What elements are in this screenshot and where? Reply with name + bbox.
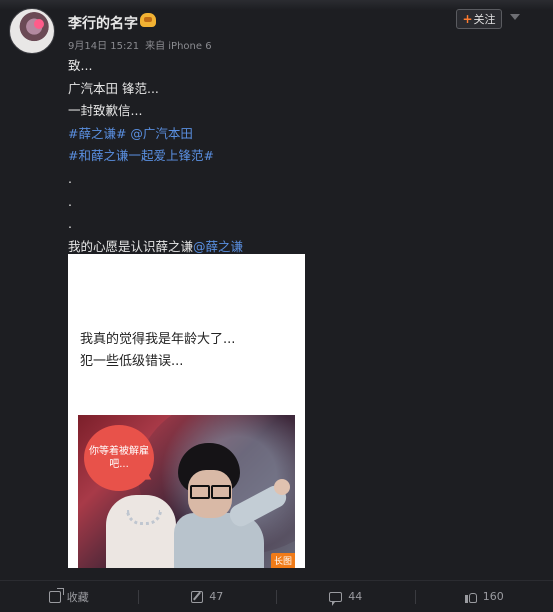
card-caption-line: 犯一些低级错误... (80, 351, 235, 373)
speech-bubble: 你等着被解雇 吧... (84, 425, 154, 491)
post-source: 来自 iPhone 6 (145, 37, 211, 52)
favorite-button[interactable]: 收藏 (0, 589, 138, 605)
wish-text: 我的心愿是认识薛之谦 (68, 239, 193, 254)
comment-count: 44 (348, 590, 362, 603)
content-line: . (68, 191, 243, 214)
post-date: 9月14日 15:21 (68, 37, 139, 52)
like-count: 160 (483, 590, 504, 603)
bubble-text: 吧... (109, 458, 129, 471)
long-image-badge: 长图 (271, 553, 295, 568)
bubble-text: 你等着被解雇 (89, 445, 149, 458)
long-image-card[interactable]: 我真的觉得我是年龄大了... 犯一些低级错误... 你等着被解雇 吧... 长图 (68, 254, 305, 568)
thumbs-up-icon (465, 591, 477, 603)
woman-figure (106, 495, 176, 568)
post-content: 致... 广汽本田 锋范... 一封致歉信... #薛之谦# @广汽本田 #和薛… (68, 55, 243, 258)
repost-icon (191, 591, 203, 603)
content-line: 广汽本田 锋范... (68, 78, 243, 101)
content-line: . (68, 168, 243, 191)
follow-label: 关注 (474, 11, 496, 27)
mention-link[interactable]: @薛之谦 (193, 239, 243, 254)
hashtag-link[interactable]: #薛之谦# @广汽本田 (68, 123, 243, 146)
card-caption-line: 我真的觉得我是年龄大了... (80, 329, 235, 351)
comment-button[interactable]: 44 (277, 590, 415, 603)
glasses-icon (190, 485, 230, 495)
plus-icon: + (462, 12, 472, 26)
vip-badge-icon (140, 13, 156, 27)
username[interactable]: 李行的名字 (68, 13, 138, 33)
chevron-down-icon[interactable] (510, 14, 520, 20)
repost-count: 47 (209, 590, 223, 603)
photo: 你等着被解雇 吧... 长图 (78, 415, 295, 568)
avatar[interactable] (9, 8, 55, 54)
like-button[interactable]: 160 (416, 590, 553, 603)
comment-icon (329, 592, 342, 602)
content-line: 一封致歉信... (68, 100, 243, 123)
card-caption: 我真的觉得我是年龄大了... 犯一些低级错误... (80, 329, 235, 373)
content-line: 致... (68, 55, 243, 78)
favorite-label: 收藏 (67, 589, 89, 605)
repost-button[interactable]: 47 (139, 590, 277, 603)
action-bar: 收藏 47 44 160 (0, 580, 553, 612)
content-line: . (68, 213, 243, 236)
follow-button[interactable]: + 关注 (456, 9, 502, 29)
share-icon (49, 591, 61, 603)
hashtag-link[interactable]: #和薛之谦一起爱上锋范# (68, 145, 243, 168)
post-meta: 9月14日 15:21 来自 iPhone 6 (68, 37, 212, 52)
